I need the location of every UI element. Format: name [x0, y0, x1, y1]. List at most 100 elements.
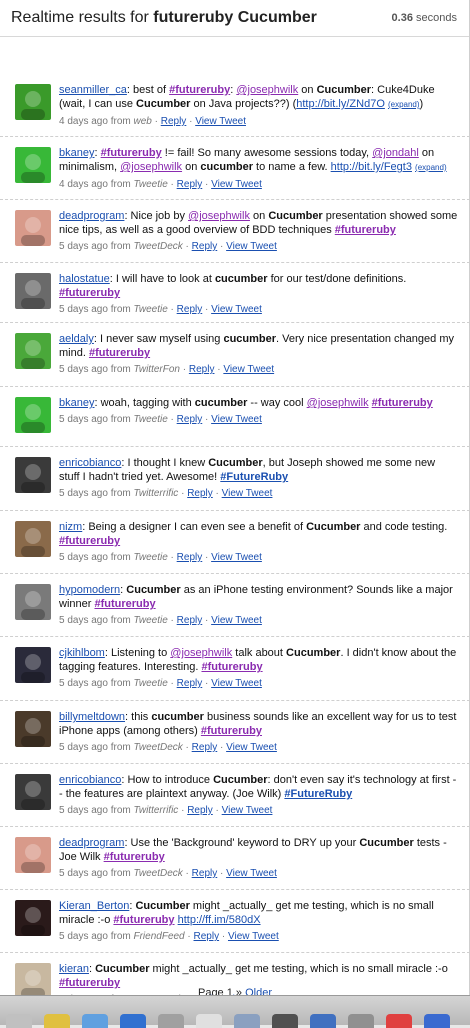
hashtag-link[interactable]: #FutureRuby [220, 471, 288, 483]
view-tweet-link[interactable]: View Tweet [211, 615, 262, 626]
separator: · [167, 678, 177, 689]
hashtag-link[interactable]: #futureruby [372, 397, 433, 409]
username-link[interactable]: bkaney [59, 397, 94, 409]
reply-link[interactable]: Reply [192, 742, 218, 753]
username-link[interactable]: Kieran_Berton [59, 900, 129, 912]
avatar[interactable] [15, 711, 51, 747]
view-tweet-link[interactable]: View Tweet [222, 805, 273, 816]
view-tweet-link[interactable]: View Tweet [222, 488, 273, 499]
avatar[interactable] [15, 584, 51, 620]
reply-link[interactable]: Reply [189, 364, 215, 375]
hashtag-link[interactable]: #futureruby [335, 224, 396, 236]
hashtag-link[interactable]: #futureruby [89, 347, 150, 359]
view-tweet-link[interactable]: View Tweet [223, 364, 274, 375]
username-link[interactable]: hypomodern [59, 584, 120, 596]
dock-app-icon[interactable] [272, 1014, 298, 1028]
expand-link[interactable]: (expand) [388, 100, 420, 109]
reply-link[interactable]: Reply [187, 805, 213, 816]
tweet-item: aeldaly: I never saw myself using cucumb… [0, 323, 470, 387]
url-link[interactable]: http://bit.ly/ZNd7O [296, 98, 385, 110]
mention-link[interactable]: @josephwilk [188, 210, 250, 222]
view-tweet-link[interactable]: View Tweet [226, 868, 277, 879]
username-link[interactable]: bkaney [59, 147, 94, 159]
reply-link[interactable]: Reply [161, 116, 187, 127]
reply-link[interactable]: Reply [192, 868, 218, 879]
view-tweet-link[interactable]: View Tweet [226, 241, 277, 252]
avatar[interactable] [15, 837, 51, 873]
url-link[interactable]: http://bit.ly/Fegt3 [331, 161, 412, 173]
dock-app-icon[interactable] [120, 1014, 146, 1028]
highlight-term: Cucumber [136, 98, 191, 110]
avatar[interactable] [15, 84, 51, 120]
hashtag-link[interactable]: #futureruby [169, 84, 230, 96]
dock-app-icon[interactable] [158, 1014, 184, 1028]
dock-app-icon[interactable] [310, 1014, 336, 1028]
avatar[interactable] [15, 457, 51, 493]
hashtag-link[interactable]: #futureruby [94, 598, 155, 610]
username-link[interactable]: enricobianco [59, 457, 121, 469]
reply-link[interactable]: Reply [187, 488, 213, 499]
reply-link[interactable]: Reply [194, 931, 220, 942]
username-link[interactable]: seanmiller_ca [59, 84, 127, 96]
username-link[interactable]: enricobianco [59, 774, 121, 786]
reply-link[interactable]: Reply [177, 678, 203, 689]
hashtag-link[interactable]: #FutureRuby [284, 788, 352, 800]
reply-link[interactable]: Reply [177, 179, 203, 190]
hashtag-link[interactable]: #futureruby [59, 287, 120, 299]
username-link[interactable]: halostatue [59, 273, 110, 285]
dock-app-icon[interactable] [234, 1014, 260, 1028]
view-tweet-link[interactable]: View Tweet [211, 304, 262, 315]
dock-app-icon[interactable] [386, 1014, 412, 1028]
reply-link[interactable]: Reply [177, 304, 203, 315]
mention-link[interactable]: @jondahl [372, 147, 419, 159]
avatar[interactable] [15, 900, 51, 936]
avatar[interactable] [15, 774, 51, 810]
view-tweet-link[interactable]: View Tweet [228, 931, 279, 942]
avatar[interactable] [15, 210, 51, 246]
hashtag-link[interactable]: #futureruby [201, 661, 262, 673]
reply-link[interactable]: Reply [177, 615, 203, 626]
avatar[interactable] [15, 273, 51, 309]
dock-app-icon[interactable] [6, 1014, 32, 1028]
mention-link[interactable]: @josephwilk [120, 161, 182, 173]
username-link[interactable]: nizm [59, 521, 82, 533]
avatar[interactable] [15, 397, 51, 433]
username-link[interactable]: deadprogram [59, 210, 124, 222]
view-tweet-link[interactable]: View Tweet [211, 179, 262, 190]
view-tweet-link[interactable]: View Tweet [211, 414, 262, 425]
hashtag-link[interactable]: #futureruby [59, 535, 120, 547]
tweet-meta: 5 days ago from TweetDeck · Reply · View… [59, 741, 458, 754]
avatar[interactable] [15, 333, 51, 369]
username-link[interactable]: kieran [59, 963, 89, 975]
avatar[interactable] [15, 147, 51, 183]
expand-link[interactable]: (expand) [415, 163, 447, 172]
mention-link[interactable]: @josephwilk [170, 647, 232, 659]
avatar[interactable] [15, 521, 51, 557]
url-link[interactable]: http://ff.im/580dX [178, 914, 261, 926]
dock-app-icon[interactable] [196, 1014, 222, 1028]
dock-app-icon[interactable] [82, 1014, 108, 1028]
username-link[interactable]: aeldaly [59, 333, 94, 345]
dock-app-icon[interactable] [44, 1014, 70, 1028]
view-tweet-link[interactable]: View Tweet [226, 742, 277, 753]
tweet-content: halostatue: I will have to look at cucum… [59, 272, 458, 316]
avatar[interactable] [15, 647, 51, 683]
hashtag-link[interactable]: #futureruby [201, 725, 262, 737]
mention-link[interactable]: @josephwilk [236, 84, 298, 96]
reply-link[interactable]: Reply [177, 414, 203, 425]
view-tweet-link[interactable]: View Tweet [211, 678, 262, 689]
reply-link[interactable]: Reply [177, 552, 203, 563]
mention-link[interactable]: @josephwilk [307, 397, 369, 409]
view-tweet-link[interactable]: View Tweet [211, 552, 262, 563]
dock-app-icon[interactable] [424, 1014, 450, 1028]
tweet-text: : Nice job by [124, 210, 189, 222]
reply-link[interactable]: Reply [192, 241, 218, 252]
view-tweet-link[interactable]: View Tweet [195, 116, 246, 127]
username-link[interactable]: billymeltdown [59, 711, 125, 723]
username-link[interactable]: cjkihlbom [59, 647, 105, 659]
hashtag-link[interactable]: #futureruby [113, 914, 174, 926]
hashtag-link[interactable]: #futureruby [104, 851, 165, 863]
hashtag-link[interactable]: #futureruby [101, 147, 162, 159]
dock-app-icon[interactable] [348, 1014, 374, 1028]
username-link[interactable]: deadprogram [59, 837, 124, 849]
